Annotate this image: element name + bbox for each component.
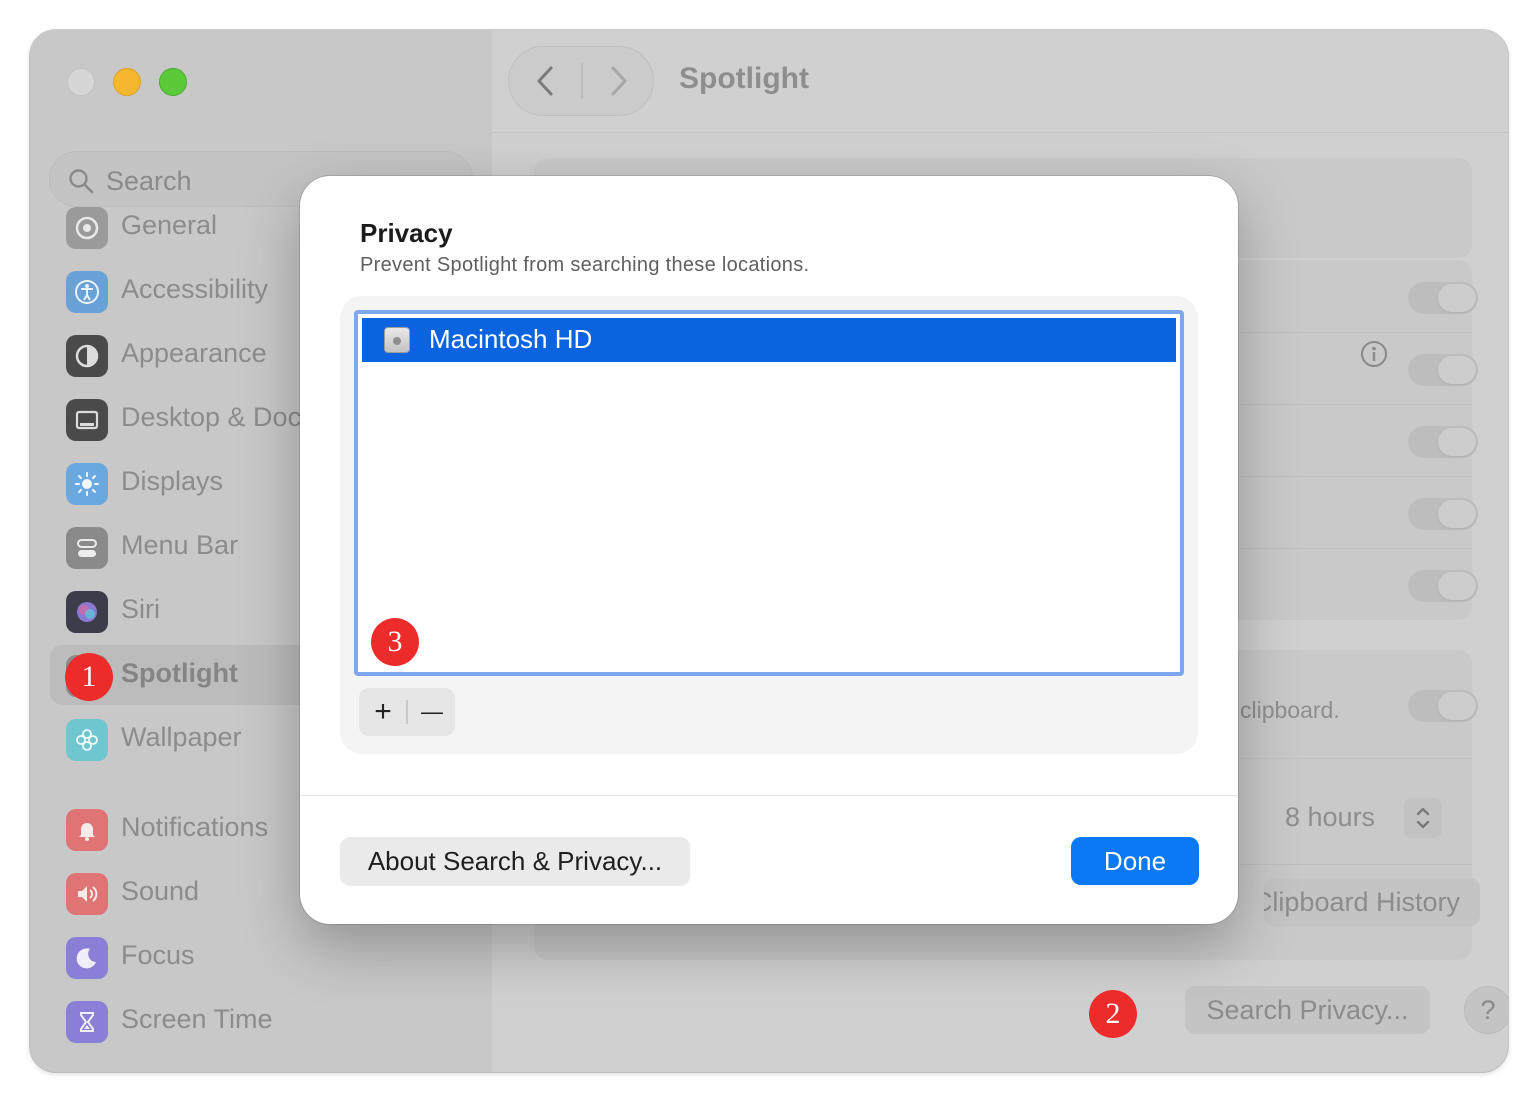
- sidebar-item-label: Desktop & Dock: [121, 402, 315, 432]
- page-title: Spotlight: [679, 62, 809, 95]
- minimize-window-button[interactable]: [113, 68, 141, 96]
- divider: [492, 132, 1508, 133]
- location-label: Macintosh HD: [429, 324, 593, 354]
- siri-icon: [66, 591, 108, 633]
- excluded-locations-list[interactable]: Macintosh HD: [354, 310, 1184, 676]
- add-location-button[interactable]: +: [359, 688, 407, 736]
- sidebar-item-label: Sound: [121, 876, 200, 906]
- add-remove-control: + —: [359, 688, 455, 736]
- chevron-right-icon: [611, 66, 627, 96]
- result-toggle[interactable]: [1408, 570, 1478, 602]
- sidebar-item-label: Appearance: [121, 338, 267, 368]
- clipboard-toggle[interactable]: [1408, 690, 1478, 722]
- sidebar-item-screen-time[interactable]: Screen Time: [50, 991, 470, 1051]
- search-privacy-button[interactable]: Search Privacy...: [1185, 986, 1430, 1034]
- hourglass-icon: [66, 1001, 108, 1043]
- sidebar-item-label: Screen Time: [121, 1004, 273, 1034]
- about-search-privacy-button[interactable]: About Search & Privacy...: [340, 837, 690, 885]
- sidebar-item-focus[interactable]: Focus: [50, 927, 470, 987]
- forward-button[interactable]: [583, 47, 655, 115]
- dock-icon: [66, 399, 108, 441]
- back-button[interactable]: [509, 47, 581, 115]
- result-toggle[interactable]: [1408, 354, 1478, 386]
- info-icon[interactable]: [1360, 340, 1388, 368]
- privacy-dialog: Privacy Prevent Spotlight from searching…: [300, 176, 1238, 924]
- excluded-locations-container: Macintosh HD + —: [340, 296, 1198, 754]
- clipboard-history-button[interactable]: Clipboard History: [1264, 878, 1480, 926]
- chevron-up-down-icon: [1416, 807, 1430, 829]
- close-window-button[interactable]: [67, 68, 95, 96]
- sidebar-item-label: Notifications: [121, 812, 269, 842]
- sun-icon: [66, 463, 108, 505]
- hard-drive-icon: [384, 327, 410, 353]
- chevron-left-icon: [537, 66, 553, 96]
- help-button[interactable]: ?: [1464, 986, 1508, 1034]
- sidebar-item-label: Wallpaper: [121, 722, 242, 752]
- sidebar-item-label: Focus: [121, 940, 195, 970]
- speaker-icon: [66, 873, 108, 915]
- duration-value[interactable]: 8 hours: [1285, 802, 1375, 833]
- search-icon: [69, 169, 94, 194]
- sidebar-item-label: Spotlight: [121, 658, 238, 688]
- sidebar-item-label: General: [121, 210, 218, 240]
- duration-stepper[interactable]: [1404, 798, 1442, 838]
- result-toggle[interactable]: [1408, 426, 1478, 458]
- sidebar-item-label: Accessibility: [121, 274, 269, 304]
- menubar-icon: [66, 527, 108, 569]
- accessibility-icon: [66, 271, 108, 313]
- clipboard-description: clipboard.: [1240, 697, 1340, 723]
- sidebar-item-label: Menu Bar: [121, 530, 239, 560]
- moon-icon: [66, 937, 108, 979]
- zoom-window-button[interactable]: [159, 68, 187, 96]
- result-toggle[interactable]: [1408, 282, 1478, 314]
- appearance-icon: [66, 335, 108, 377]
- step-badge: 2: [1089, 990, 1137, 1038]
- search-placeholder: Search: [106, 166, 192, 196]
- navigation-buttons: [508, 46, 654, 116]
- dialog-subtitle: Prevent Spotlight from searching these l…: [360, 254, 810, 276]
- sidebar-item-label: Siri: [121, 594, 160, 624]
- done-button[interactable]: Done: [1071, 837, 1199, 885]
- dialog-title: Privacy: [360, 218, 453, 248]
- bell-icon: [66, 809, 108, 851]
- list-item[interactable]: Macintosh HD: [362, 318, 1176, 362]
- step-badge: 1: [65, 653, 113, 701]
- remove-location-button[interactable]: —: [408, 688, 456, 736]
- wallpaper-icon: [66, 719, 108, 761]
- step-badge: 3: [371, 618, 419, 666]
- sidebar-item-label: Displays: [121, 466, 224, 496]
- result-toggle[interactable]: [1408, 498, 1478, 530]
- divider: [300, 795, 1238, 796]
- gear-icon: [66, 207, 108, 249]
